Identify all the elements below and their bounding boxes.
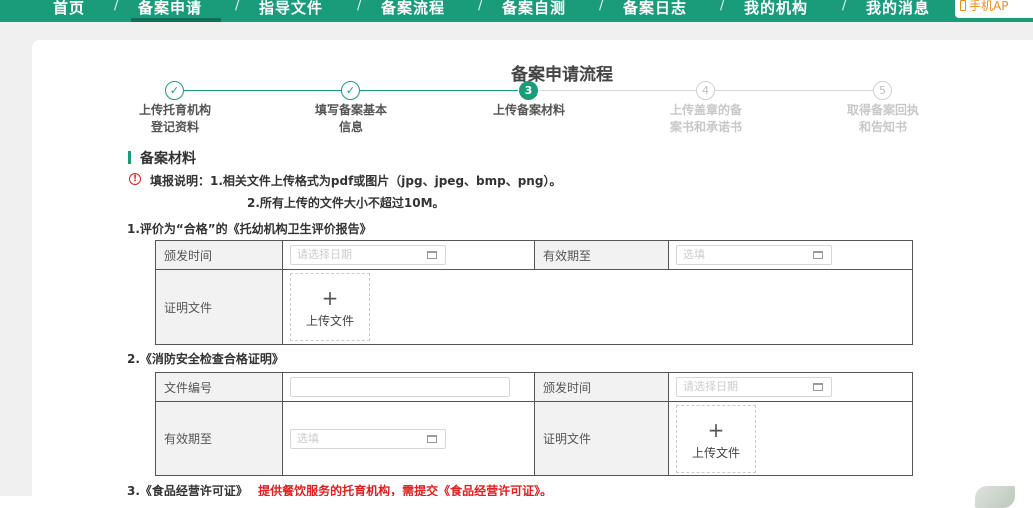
page-title: 备案申请流程: [511, 65, 613, 85]
nav-item-filing-application[interactable]: 备案申请: [138, 0, 202, 22]
item-2-title: 2.《消防安全检查合格证明》: [127, 352, 284, 366]
step-4-label-line2: 案书和承诺书: [669, 120, 742, 134]
valid-until-label: 有效期至: [534, 240, 669, 270]
mobile-app-button[interactable]: 手机AP: [955, 0, 1033, 18]
cert-file-cell: + 上传文件: [668, 401, 913, 476]
valid-until-cell: 选填: [282, 401, 535, 476]
step-3-label-line1: 上传备案材料: [492, 103, 565, 117]
step-3-number: 3: [519, 81, 538, 100]
nav-separator: /: [720, 0, 725, 13]
nav-item-self-check[interactable]: 备案自测: [502, 0, 566, 22]
upload-file-button[interactable]: + 上传文件: [290, 273, 370, 341]
decorative-leaf-image: [975, 486, 1015, 508]
step-5-label-line1: 取得备案回执: [846, 103, 919, 117]
mobile-app-label: 手机AP: [969, 0, 1009, 13]
upload-file-button[interactable]: + 上传文件: [676, 404, 756, 473]
step-1-label-line1: 上传托育机构: [138, 103, 211, 117]
item-3-title-text: 3.《食品经营许可证》: [127, 484, 248, 496]
issue-date-cell: 请选择日期: [668, 372, 913, 402]
bottom-strip: [0, 496, 1033, 508]
step-4-label-line1: 上传盖章的备: [669, 103, 742, 117]
nav-item-my-institution[interactable]: 我的机构: [744, 0, 808, 22]
phone-icon: [960, 0, 966, 11]
nav-separator: /: [235, 0, 240, 13]
step-1-check-icon: ✓: [165, 81, 184, 100]
plus-icon: +: [321, 286, 339, 310]
main-card: 备案申请流程 ✓ 上传托育机构 登记资料 ✓ 填写备案基本 信息 3 上传备案材…: [32, 40, 1033, 496]
step-3-label: 上传备案材料: [474, 102, 584, 119]
doc-number-cell: [282, 372, 535, 402]
nav-separator: /: [357, 0, 362, 13]
step-5-number: 5: [873, 81, 892, 100]
valid-until-picker[interactable]: 选填: [676, 245, 832, 265]
step-2-check-icon: ✓: [341, 81, 360, 100]
top-nav: 首页 / 备案申请 / 指导文件 / 备案流程 / 备案自测 / 备案日志 / …: [0, 0, 1033, 22]
section-accent-bar: [128, 151, 131, 164]
step-connector: [184, 90, 341, 91]
upload-file-label: 上传文件: [305, 314, 354, 328]
valid-until-placeholder: 选填: [683, 248, 705, 261]
step-4-number: 4: [696, 81, 715, 100]
nav-item-filing-log[interactable]: 备案日志: [623, 0, 687, 22]
notice-line-2: 2.所有上传的文件大小不超过10M。: [247, 196, 445, 210]
step-2-label-line2: 信息: [338, 120, 363, 134]
item-3-warning: 提供餐饮服务的托育机构，需提交《食品经营许可证》。: [258, 484, 553, 496]
item-1-form-table: 颁发时间 请选择日期 有效期至 选填 证明文件 + 上传文件: [155, 240, 913, 345]
issue-date-picker[interactable]: 请选择日期: [676, 377, 832, 397]
warning-circle-icon: !: [129, 173, 141, 185]
step-1-label-line2: 登记资料: [150, 120, 199, 134]
plus-icon: +: [707, 417, 725, 442]
step-2-label: 填写备案基本 信息: [296, 102, 406, 136]
step-5-label-line2: 和告知书: [858, 120, 907, 134]
valid-until-picker[interactable]: 选填: [290, 428, 446, 449]
valid-until-placeholder: 选填: [297, 431, 319, 445]
nav-item-guidance-documents[interactable]: 指导文件: [259, 0, 323, 22]
nav-item-my-messages[interactable]: 我的消息: [866, 0, 930, 22]
nav-separator: /: [842, 0, 847, 13]
step-connector: [360, 90, 518, 91]
calendar-icon: [813, 383, 823, 391]
issue-date-cell: 请选择日期: [282, 240, 535, 270]
step-connector: [715, 90, 873, 91]
issue-date-picker[interactable]: 请选择日期: [290, 245, 446, 265]
valid-until-label: 有效期至: [155, 401, 283, 476]
doc-number-input[interactable]: [290, 377, 510, 397]
upload-file-label: 上传文件: [691, 445, 740, 460]
step-4-label: 上传盖章的备 案书和承诺书: [651, 102, 761, 136]
nav-separator: /: [114, 0, 119, 13]
valid-until-cell: 选填: [668, 240, 913, 270]
nav-separator: /: [478, 0, 483, 13]
issue-date-label: 颁发时间: [155, 240, 283, 270]
nav-item-home[interactable]: 首页: [53, 0, 85, 22]
calendar-icon: [813, 251, 823, 259]
cert-file-label: 证明文件: [155, 269, 283, 345]
calendar-icon: [427, 434, 437, 443]
issue-date-placeholder: 请选择日期: [683, 380, 738, 393]
nav-item-filing-process[interactable]: 备案流程: [381, 0, 445, 22]
cert-file-label: 证明文件: [534, 401, 669, 476]
issue-date-placeholder: 请选择日期: [297, 248, 352, 261]
step-5-label: 取得备案回执 和告知书: [828, 102, 938, 136]
item-3-title: 3.《食品经营许可证》 提供餐饮服务的托育机构，需提交《食品经营许可证》。: [127, 482, 552, 496]
step-1-label: 上传托育机构 登记资料: [120, 102, 230, 136]
calendar-icon: [427, 251, 437, 259]
doc-number-label: 文件编号: [155, 372, 283, 402]
notice-line-1: 填报说明：1.相关文件上传格式为pdf或图片（jpg、jpeg、bmp、png）…: [150, 174, 562, 188]
step-connector: [538, 90, 696, 91]
item-1-title: 1.评价为“合格”的《托幼机构卫生评价报告》: [127, 222, 372, 236]
cert-file-cell: + 上传文件: [282, 269, 913, 345]
item-2-form-table: 文件编号 颁发时间 请选择日期 有效期至 选填 证明文件 + 上传文件: [155, 372, 913, 476]
section-title: 备案材料: [140, 151, 196, 167]
issue-date-label: 颁发时间: [534, 372, 669, 402]
step-2-label-line1: 填写备案基本: [314, 103, 387, 117]
nav-separator: /: [599, 0, 604, 13]
